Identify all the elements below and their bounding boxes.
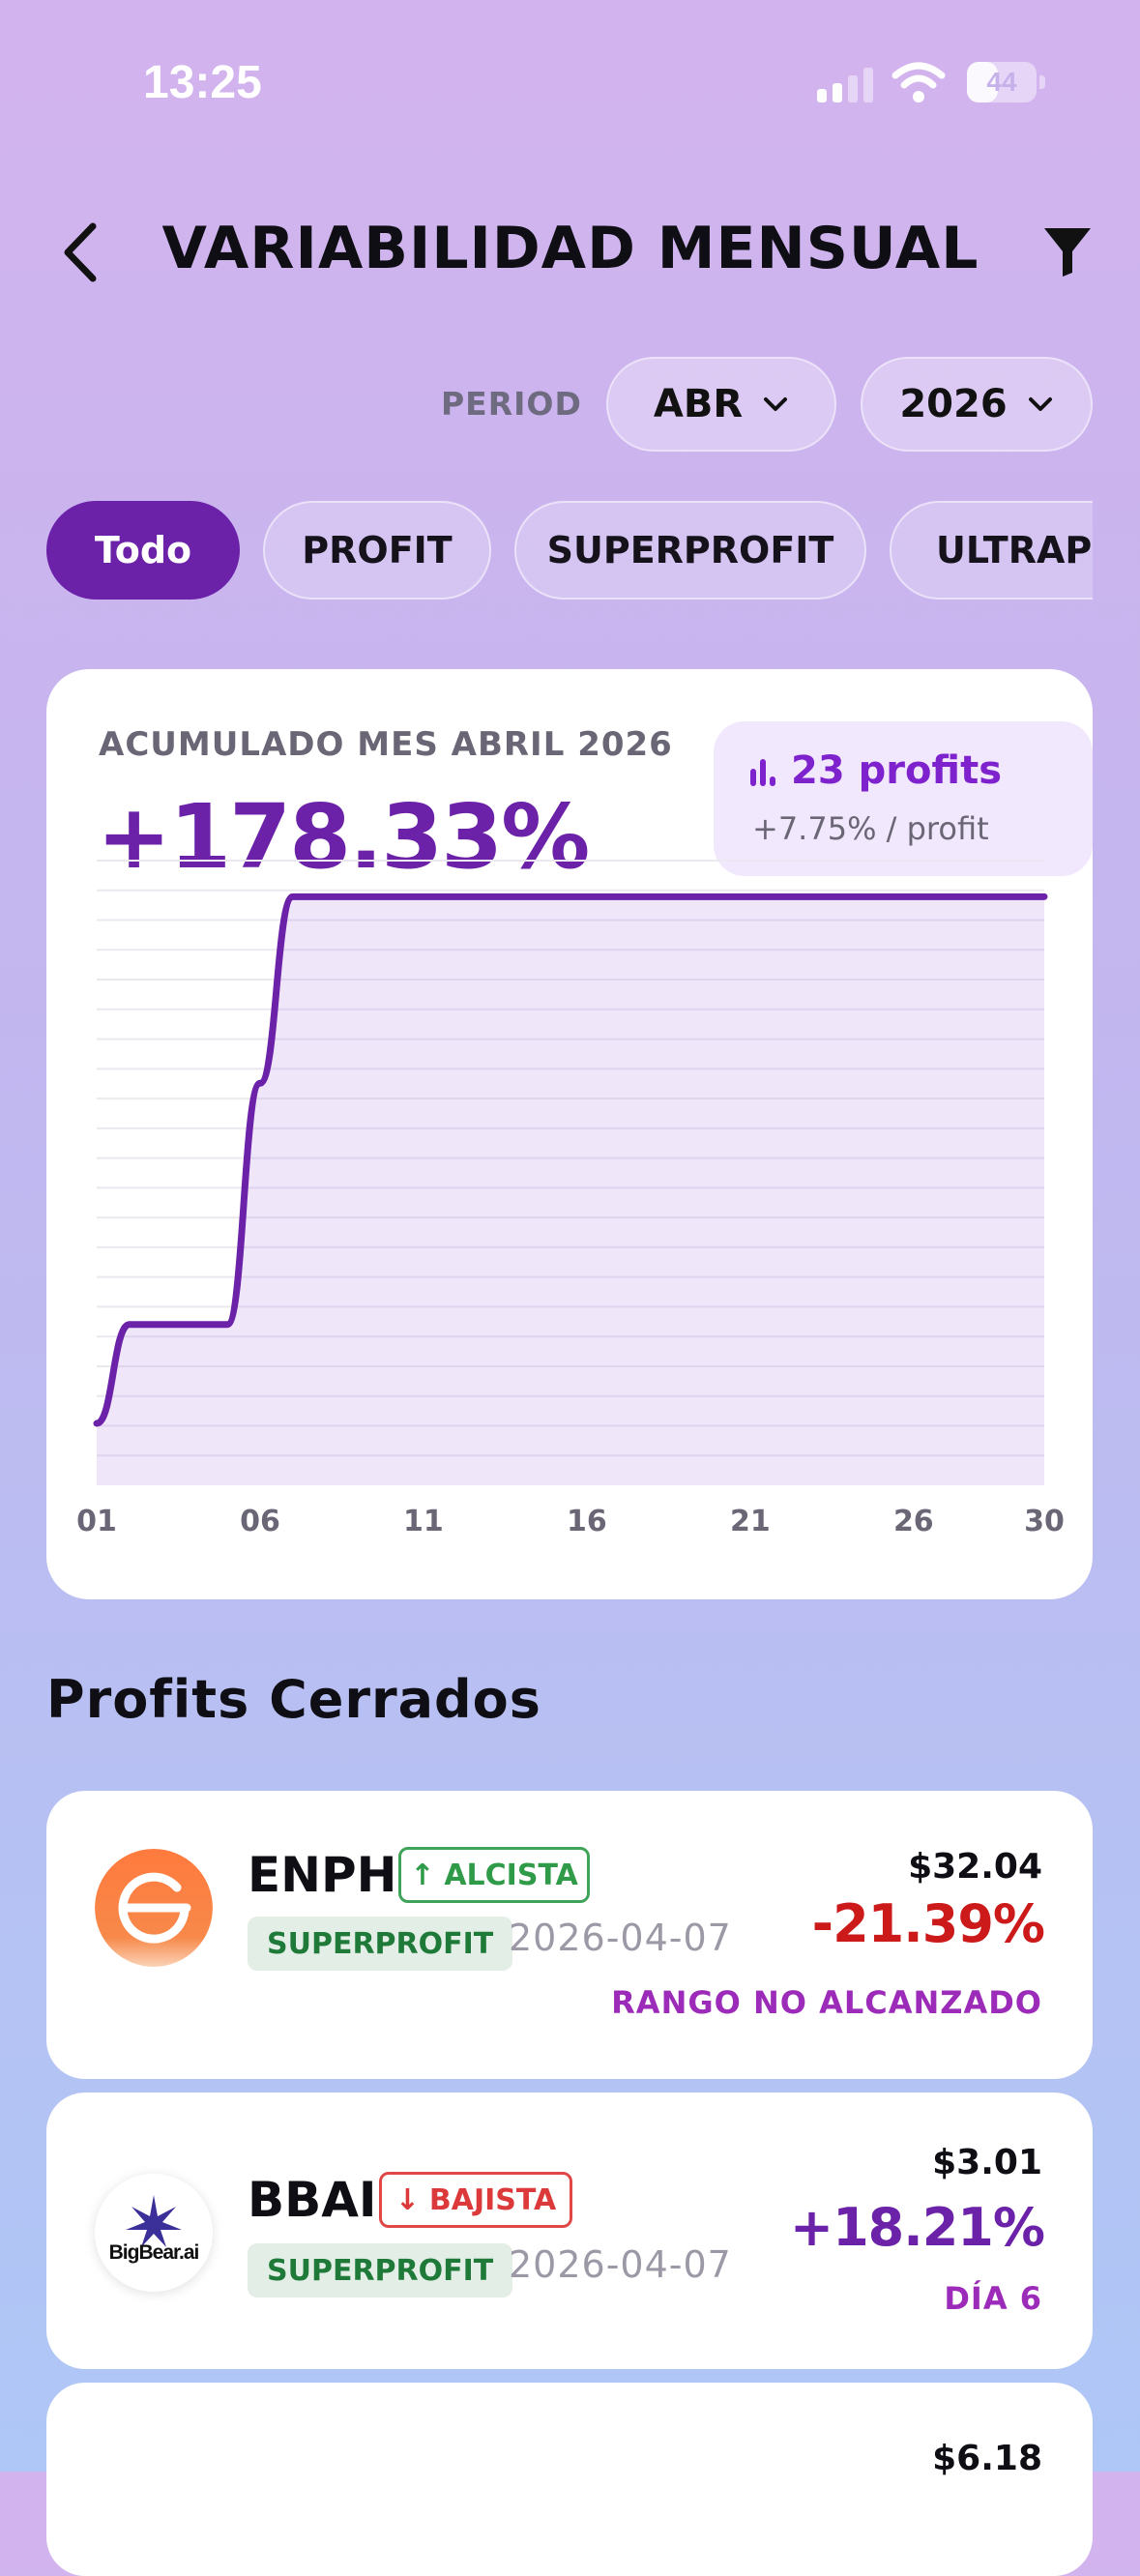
profit-percent: -21.39% [811,1893,1045,1954]
chart-area-fill [97,896,1044,1485]
price: $3.01 [932,2143,1042,2182]
year-value: 2026 [899,382,1008,426]
chip-ultraprofit[interactable]: ULTRAPROFIT [890,501,1093,600]
cumulative-chart [93,860,1048,1485]
trend-badge: ↑ ALCISTA [398,1847,590,1903]
status-time: 13:25 [143,57,262,108]
profit-item[interactable]: BigBear.ai BBAI ↓ BAJISTA SUPERPROFIT 20… [46,2093,1093,2369]
trend-badge: ↓ BAJISTA [379,2172,572,2228]
back-chevron-icon[interactable] [54,219,112,286]
x-tick-label: 06 [240,1505,280,1538]
month-value: ABR [653,382,744,426]
filter-funnel-icon[interactable] [1042,224,1093,278]
chevron-down-icon [764,397,788,411]
enphase-logo [95,1849,213,1967]
profit-percent: +18.21% [789,2197,1045,2258]
monthly-summary-card: ACUMULADO MES ABRIL 2026 +178.33% 23 pro… [46,669,1093,1599]
filter-chip-bar: Todo PROFIT SUPERPROFIT ULTRAPROFIT [0,483,1093,619]
status-note: DÍA 6 [944,2280,1042,2317]
arrow-up-icon: ↑ [410,1858,435,1892]
x-tick-label: 30 [1024,1505,1065,1538]
section-title: Profits Cerrados [46,1669,541,1730]
arrow-down-icon: ↓ [395,2182,420,2217]
profit-type-badge: SUPERPROFIT [248,2243,513,2298]
battery-percent: 44 [986,67,1017,97]
wifi-icon [892,62,946,102]
battery-icon: 44 [967,62,1045,102]
status-note: RANGO NO ALCANZADO [611,1984,1042,2021]
chip-superprofit[interactable]: SUPERPROFIT [514,501,866,600]
x-tick-label: 01 [76,1505,117,1538]
chip-todo[interactable]: Todo [46,501,240,600]
status-bar: 13:25 44 [0,0,1140,164]
price: $32.04 [908,1847,1042,1887]
price: $6.18 [932,2439,1042,2478]
year-select[interactable]: 2026 [861,357,1093,452]
month-select[interactable]: ABR [606,357,836,452]
profit-item[interactable]: ENPH ↑ ALCISTA SUPERPROFIT 2026-04-07 $3… [46,1791,1093,2079]
page-title: VARIABILIDAD MENSUAL [161,215,979,282]
profit-type-badge: SUPERPROFIT [248,1917,513,1971]
x-tick-label: 26 [892,1505,934,1538]
star-icon [126,2195,182,2247]
profit-date: 2026-04-07 [509,2243,732,2286]
chip-profit[interactable]: PROFIT [263,501,491,600]
profit-item[interactable]: $6.18 [46,2383,1093,2576]
bigbear-logo: BigBear.ai [95,2174,213,2292]
ticker: ENPH [248,1847,397,1903]
x-tick-label: 11 [403,1505,444,1538]
ticker: BBAI [248,2172,377,2228]
signal-icon [817,66,873,102]
period-label: PERIOD [441,385,582,423]
logo-text: BigBear.ai [108,2241,200,2264]
trend-label: BAJISTA [428,2182,557,2217]
trend-label: ALCISTA [444,1858,578,1892]
x-tick-label: 21 [729,1505,771,1538]
x-tick-label: 16 [567,1505,607,1538]
chevron-down-icon [1028,397,1052,411]
profit-date: 2026-04-07 [509,1917,732,1959]
